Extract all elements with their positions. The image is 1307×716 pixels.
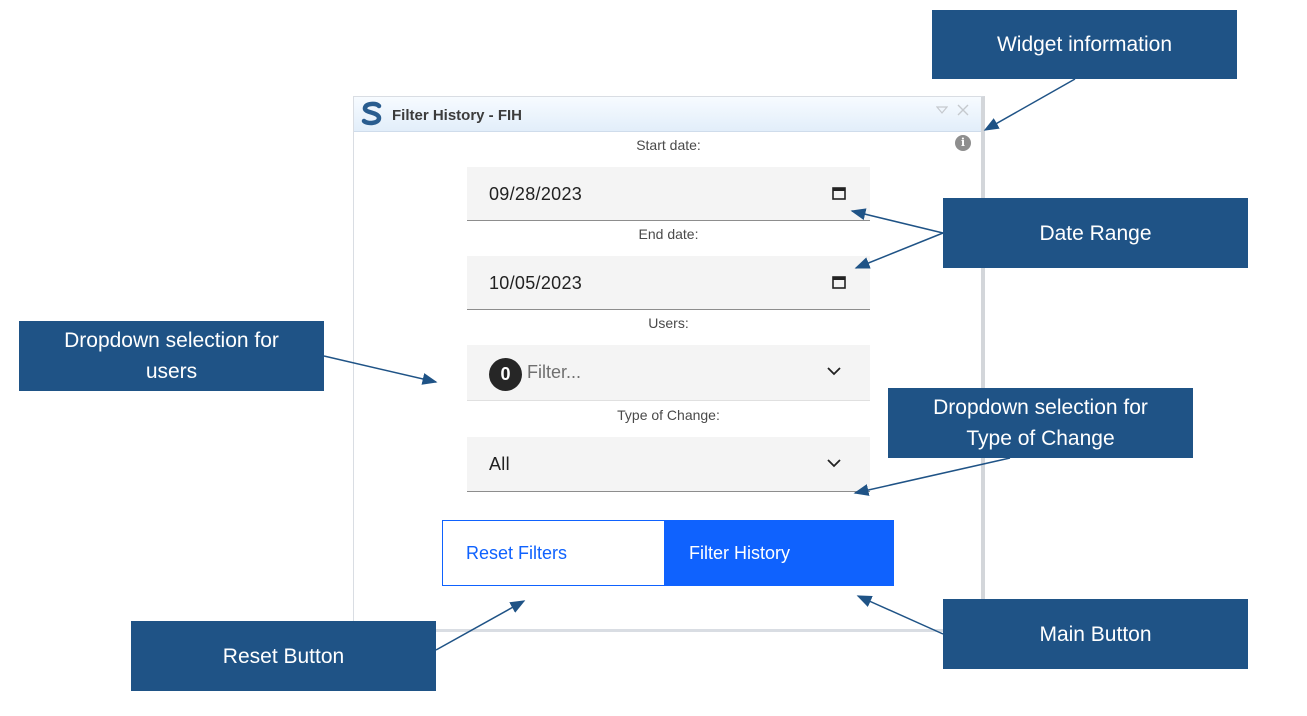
arrow-reset-button	[435, 600, 526, 651]
arrow-main-button	[856, 595, 944, 635]
arrow-type-dropdown	[853, 457, 1011, 496]
arrow-users-dropdown	[323, 355, 438, 385]
arrow-end-date	[854, 232, 944, 269]
annotation-arrows	[323, 78, 1076, 651]
arrow-start-date	[850, 208, 944, 234]
arrow-widget-info	[983, 78, 1076, 131]
